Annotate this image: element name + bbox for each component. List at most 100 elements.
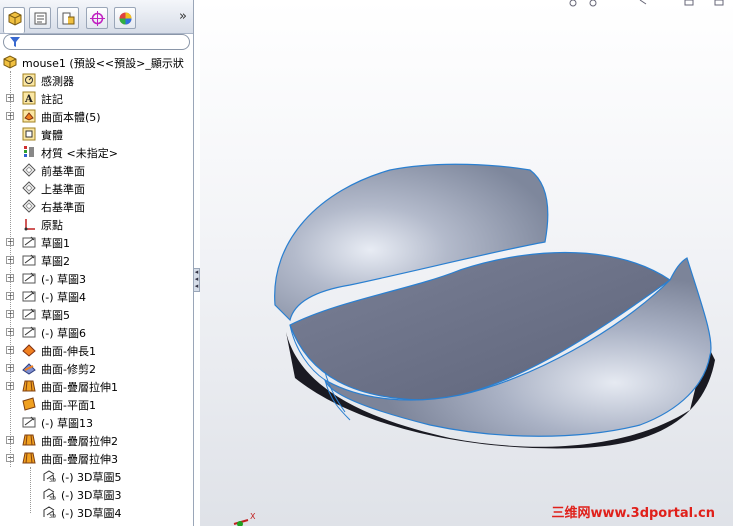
panel-splitter[interactable]: ◂ ◂ ◂	[193, 268, 200, 292]
tree-item[interactable]: − 曲面-疊層拉伸3	[0, 449, 193, 467]
view-toolbar[interactable]	[569, 0, 724, 7]
annotation-icon: A	[22, 91, 37, 106]
tree-item-label: (-) 草圖3	[41, 273, 87, 286]
surface-loft-icon	[22, 379, 37, 394]
tree-item[interactable]: + 曲面本體(5)	[0, 107, 193, 125]
tree-item-label: mouse1 (預設<<預設>_顯示狀	[22, 57, 184, 70]
configuration-manager-tab[interactable]	[57, 7, 79, 29]
sketch-icon	[22, 325, 37, 340]
tree-item-label: 右基準面	[41, 201, 85, 214]
tree-item[interactable]: 右基準面	[0, 197, 193, 215]
tree-item[interactable]: 感測器	[0, 71, 193, 89]
3d-sketch-icon: 3D	[42, 487, 57, 502]
tree-item[interactable]: 上基準面	[0, 179, 193, 197]
planar-surface-icon	[22, 397, 37, 412]
tree-item[interactable]: 曲面-平面1	[0, 395, 193, 413]
plane-icon	[22, 163, 37, 178]
tree-item[interactable]: + A 註記	[0, 89, 193, 107]
sensor-icon	[22, 73, 37, 88]
tree-item-label: 上基準面	[41, 183, 85, 196]
tree-item-label: (-) 3D草圖3	[61, 489, 122, 502]
svg-text:3D: 3D	[49, 478, 56, 484]
tree-item[interactable]: + 曲面-伸長1	[0, 341, 193, 359]
tree-item-label: (-) 草圖6	[41, 327, 87, 340]
tree-item[interactable]: 實體	[0, 125, 193, 143]
dimxpert-manager-icon	[90, 11, 105, 26]
tree-item[interactable]: 材質 <未指定>	[0, 143, 193, 161]
rotate-icon[interactable]	[639, 0, 647, 5]
tree-item[interactable]: 3D (-) 3D草圖3	[0, 485, 193, 503]
graphics-area[interactable]: X	[200, 0, 733, 527]
model-viewport[interactable]: X	[200, 0, 733, 527]
display-manager-icon	[119, 12, 132, 25]
tree-item[interactable]: + 草圖2	[0, 251, 193, 269]
tree-item[interactable]: (-) 草圖13	[0, 413, 193, 431]
svg-text:3D: 3D	[49, 496, 56, 502]
tree-item-label: 曲面-伸長1	[41, 345, 96, 358]
tree-filter-input[interactable]	[3, 34, 190, 50]
tree-root-part[interactable]: mouse1 (預設<<預設>_顯示狀	[0, 53, 193, 71]
dimxpert-manager-tab[interactable]	[86, 7, 108, 29]
tree-item-label: 原點	[41, 219, 63, 232]
svg-text:A: A	[24, 94, 33, 105]
plane-icon	[22, 181, 37, 196]
tree-item[interactable]: 前基準面	[0, 161, 193, 179]
tree-item[interactable]: + (-) 草圖4	[0, 287, 193, 305]
display-manager-tab[interactable]	[114, 7, 136, 29]
view-orientation-icon[interactable]	[684, 0, 694, 6]
tree-item-label: 材質 <未指定>	[41, 147, 118, 160]
filter-icon	[10, 37, 20, 47]
feature-tree: mouse1 (預設<<預設>_顯示狀 感測器 + A 註記 + 曲面本體(5) 實體 材質 <…	[0, 53, 193, 521]
tree-item[interactable]: + 草圖1	[0, 233, 193, 251]
tree-item-label: 註記	[41, 93, 63, 106]
plane-icon	[22, 199, 37, 214]
surface-extrude-icon	[22, 343, 37, 358]
tree-item-label: 前基準面	[41, 165, 85, 178]
material-icon	[22, 145, 37, 160]
surface-bodies-icon	[22, 109, 37, 124]
sketch-icon	[22, 307, 37, 322]
zoom-area-icon[interactable]	[589, 0, 597, 7]
zoom-icon[interactable]	[569, 0, 577, 7]
tree-item-label: 曲面-疊層拉伸2	[41, 435, 118, 448]
tree-item-label: 曲面-修剪2	[41, 363, 96, 376]
tree-item-label: (-) 3D草圖5	[61, 471, 122, 484]
property-manager-tab[interactable]	[29, 7, 51, 29]
part-icon	[3, 55, 18, 70]
configuration-manager-icon	[62, 12, 75, 25]
property-manager-icon	[34, 12, 47, 25]
tree-item-label: 實體	[41, 129, 63, 142]
display-style-icon[interactable]	[714, 0, 724, 6]
tree-item[interactable]: 3D (-) 3D草圖4	[0, 503, 193, 521]
axis-triad: X	[233, 512, 256, 527]
surface-loft-icon	[22, 433, 37, 448]
axis-x-label: X	[250, 512, 256, 521]
surface-loft-icon	[22, 451, 37, 466]
tree-item-label: 感測器	[41, 75, 74, 88]
tree-item[interactable]: + (-) 草圖3	[0, 269, 193, 287]
surface-trim-icon	[22, 361, 37, 376]
tree-item[interactable]: + 曲面-疊層拉伸2	[0, 431, 193, 449]
tree-item[interactable]: + 草圖5	[0, 305, 193, 323]
tree-item-label: 曲面本體(5)	[41, 111, 101, 124]
tree-item[interactable]: 原點	[0, 215, 193, 233]
sketch-icon	[22, 271, 37, 286]
sketch-icon	[22, 289, 37, 304]
svg-text:3D: 3D	[49, 514, 56, 520]
sketch-icon	[22, 253, 37, 268]
tree-child-connector-lines	[30, 467, 32, 513]
sketch-icon	[22, 235, 37, 250]
feature-manager-panel: » mouse1 (預設<<預設>_顯示狀 感測器 + A 註記 + 曲面本體(5) 實體 材質…	[0, 0, 194, 526]
tree-item[interactable]: + (-) 草圖6	[0, 323, 193, 341]
feature-manager-tab[interactable]	[3, 7, 25, 33]
origin-icon	[22, 217, 37, 232]
more-tabs-button[interactable]: »	[179, 9, 187, 24]
sketch-icon	[22, 415, 37, 430]
3d-sketch-icon: 3D	[42, 469, 57, 484]
tree-item-label: 草圖2	[41, 255, 70, 268]
tree-item[interactable]: 3D (-) 3D草圖5	[0, 467, 193, 485]
tree-item[interactable]: + 曲面-修剪2	[0, 359, 193, 377]
tree-item-label: 曲面-平面1	[41, 399, 96, 412]
tree-item-label: (-) 草圖4	[41, 291, 87, 304]
tree-item[interactable]: + 曲面-疊層拉伸1	[0, 377, 193, 395]
